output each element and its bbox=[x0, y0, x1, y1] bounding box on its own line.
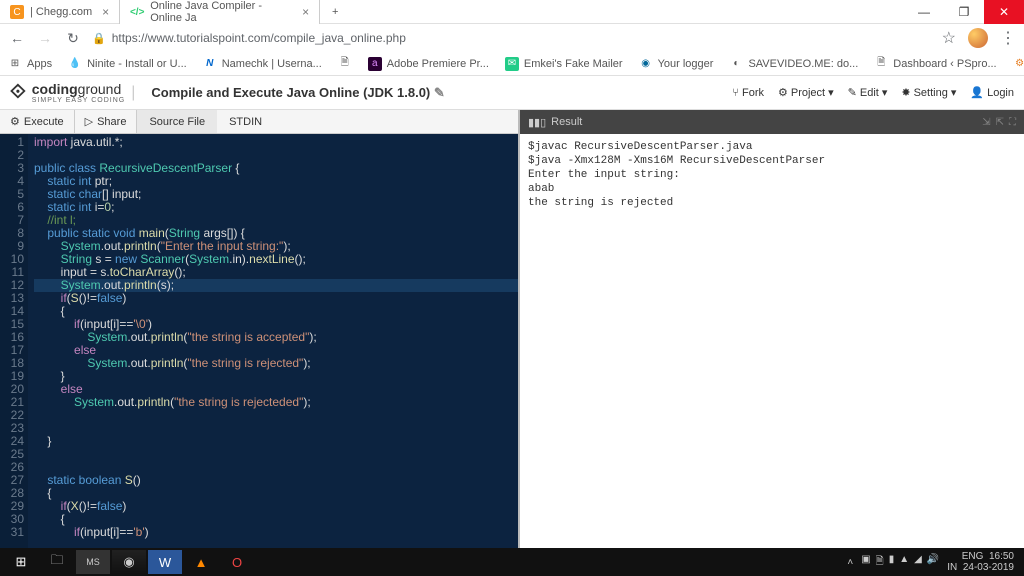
expand-icon[interactable]: ⇱ bbox=[996, 117, 1004, 128]
code-editor[interactable]: 1234567891011121314151617181920212223242… bbox=[0, 134, 518, 548]
tab-source-file[interactable]: Source File bbox=[137, 110, 217, 133]
gear-icon: ⚙ bbox=[1013, 57, 1024, 71]
tray-icon[interactable]: 🗎 bbox=[876, 554, 884, 571]
system-tray: ˄ ▣ 🗎 ▮ ▲ ◢ 🔊 ENG 16:50 IN 24-03-2019 bbox=[847, 551, 1020, 573]
volume-icon[interactable]: 🔊 bbox=[927, 554, 939, 571]
fork-button[interactable]: ⑂ Fork bbox=[732, 86, 764, 99]
edit-button[interactable]: ✎ Edit ▾ bbox=[848, 86, 888, 99]
bookmark-namechk[interactable]: NNamechk | Userna... bbox=[203, 57, 322, 71]
bookmark-softaculous[interactable]: ⚙Softaculous - Softa... bbox=[1013, 57, 1024, 71]
browser-titlebar: C | Chegg.com × </> Online Java Compiler… bbox=[0, 0, 1024, 24]
address-bar[interactable]: 🔒 https://www.tutorialspoint.com/compile… bbox=[92, 31, 932, 45]
page-icon: 🗎 bbox=[338, 57, 352, 71]
close-tab-icon[interactable]: × bbox=[102, 5, 109, 19]
page-title: Compile and Execute Java Online (JDK 1.8… bbox=[151, 85, 444, 101]
star-icon[interactable]: ☆ bbox=[942, 28, 956, 48]
fullscreen-icon[interactable]: ⛶ bbox=[1009, 117, 1016, 128]
minimize-button[interactable]: — bbox=[904, 0, 944, 24]
collapse-icon[interactable]: ⇲ bbox=[982, 117, 990, 128]
maximize-button[interactable]: ❐ bbox=[944, 0, 984, 24]
favicon-chegg: C bbox=[10, 5, 24, 19]
windows-taskbar: ⊞ 🗀 MS ◉ W ▲ O ˄ ▣ 🗎 ▮ ▲ ◢ 🔊 ENG 16:50 I… bbox=[0, 548, 1024, 576]
start-button[interactable]: ⊞ bbox=[4, 550, 38, 574]
task-folder[interactable]: 🗀 bbox=[40, 550, 74, 574]
page-icon: 🗎 bbox=[874, 57, 888, 71]
login-button[interactable]: 👤 Login bbox=[970, 86, 1014, 99]
new-tab-button[interactable]: + bbox=[320, 0, 350, 24]
task-ms[interactable]: MS bbox=[76, 550, 110, 574]
forward-button[interactable]: → bbox=[36, 30, 54, 46]
work-area: ⚙ Execute ▷ Share Source File STDIN 1234… bbox=[0, 110, 1024, 548]
execute-button[interactable]: ⚙ Execute bbox=[0, 110, 75, 133]
browser-tab-chegg[interactable]: C | Chegg.com × bbox=[0, 0, 120, 24]
setting-button[interactable]: ✸ Setting ▾ bbox=[901, 86, 956, 99]
bookmark-apps[interactable]: ⊞Apps bbox=[8, 57, 52, 71]
favicon-compiler: </> bbox=[130, 5, 144, 19]
task-vlc[interactable]: ▲ bbox=[184, 550, 218, 574]
lock-icon: 🔒 bbox=[92, 32, 106, 45]
result-header: ▮▮▯ Result ⇲ ⇱ ⛶ bbox=[520, 110, 1024, 134]
logo-icon: ⟐ bbox=[10, 81, 26, 104]
adobe-icon: a bbox=[368, 57, 382, 71]
share-button[interactable]: ▷ Share bbox=[75, 110, 138, 133]
window-controls: — ❐ ✕ bbox=[904, 0, 1024, 24]
disc-icon: ◐ bbox=[729, 57, 743, 71]
url-text: https://www.tutorialspoint.com/compile_j… bbox=[112, 31, 406, 45]
edit-title-icon[interactable]: ✎ bbox=[434, 85, 445, 100]
drop-icon: 💧 bbox=[68, 57, 82, 71]
apps-icon: ⊞ bbox=[8, 57, 22, 71]
tab-title: Online Java Compiler - Online Ja bbox=[150, 0, 292, 24]
bookmark-emkei[interactable]: ✉Emkei's Fake Mailer bbox=[505, 57, 623, 71]
close-window-button[interactable]: ✕ bbox=[984, 0, 1024, 24]
console-output[interactable]: $javac RecursiveDescentParser.java $java… bbox=[520, 134, 1024, 548]
wifi-icon[interactable]: ◢ bbox=[914, 554, 922, 571]
back-button[interactable]: ← bbox=[8, 30, 26, 46]
task-word[interactable]: W bbox=[148, 550, 182, 574]
browser-tab-compiler[interactable]: </> Online Java Compiler - Online Ja × bbox=[120, 0, 320, 24]
bookmark-logger[interactable]: ◉Your logger bbox=[639, 57, 714, 71]
tab-stdin[interactable]: STDIN bbox=[217, 110, 274, 133]
address-bar-row: ← → ↻ 🔒 https://www.tutorialspoint.com/c… bbox=[0, 24, 1024, 52]
bookmark-dashboard[interactable]: 🗎Dashboard ‹ PSpro... bbox=[874, 57, 996, 71]
n-icon: N bbox=[203, 57, 217, 71]
bookmarks-bar: ⊞Apps 💧Ninite - Install or U... NNamechk… bbox=[0, 52, 1024, 76]
kebab-menu-icon[interactable]: ⋮ bbox=[1000, 28, 1016, 48]
project-button[interactable]: ⚙ Project ▾ bbox=[778, 86, 834, 99]
code-content[interactable]: import java.util.*;public class Recursiv… bbox=[28, 134, 518, 548]
chart-icon: ▮▮▯ bbox=[528, 116, 546, 129]
bookmark-adobe[interactable]: aAdobe Premiere Pr... bbox=[368, 57, 489, 71]
tab-title: | Chegg.com bbox=[30, 6, 92, 18]
task-chrome[interactable]: ◉ bbox=[112, 550, 146, 574]
bookmark-ninite[interactable]: 💧Ninite - Install or U... bbox=[68, 57, 187, 71]
tray-icon[interactable]: ▣ bbox=[861, 554, 870, 571]
tray-chevron-icon[interactable]: ˄ bbox=[847, 557, 853, 568]
task-opera[interactable]: O bbox=[220, 550, 254, 574]
tab-strip: C | Chegg.com × </> Online Java Compiler… bbox=[0, 0, 904, 24]
network-icon[interactable]: ▲ bbox=[899, 554, 909, 571]
result-pane: ▮▮▯ Result ⇲ ⇱ ⛶ $javac RecursiveDescent… bbox=[520, 110, 1024, 548]
bookmark-blank[interactable]: 🗎 bbox=[338, 57, 352, 71]
battery-icon[interactable]: ▮ bbox=[889, 554, 895, 571]
site-header: ⟐ codinggroundSIMPLY EASY CODING | Compi… bbox=[0, 76, 1024, 110]
site-logo[interactable]: ⟐ codinggroundSIMPLY EASY CODING bbox=[10, 81, 125, 104]
editor-pane: ⚙ Execute ▷ Share Source File STDIN 1234… bbox=[0, 110, 520, 548]
profile-avatar[interactable] bbox=[968, 28, 988, 48]
target-icon: ◉ bbox=[639, 57, 653, 71]
close-tab-icon[interactable]: × bbox=[302, 5, 309, 19]
line-gutter: 1234567891011121314151617181920212223242… bbox=[0, 134, 28, 548]
editor-toolbar: ⚙ Execute ▷ Share Source File STDIN bbox=[0, 110, 518, 134]
bookmark-savevideo[interactable]: ◐SAVEVIDEO.ME: do... bbox=[729, 57, 858, 71]
reload-button[interactable]: ↻ bbox=[64, 30, 82, 47]
clock[interactable]: ENG 16:50 IN 24-03-2019 bbox=[947, 551, 1014, 573]
mail-icon: ✉ bbox=[505, 57, 519, 71]
